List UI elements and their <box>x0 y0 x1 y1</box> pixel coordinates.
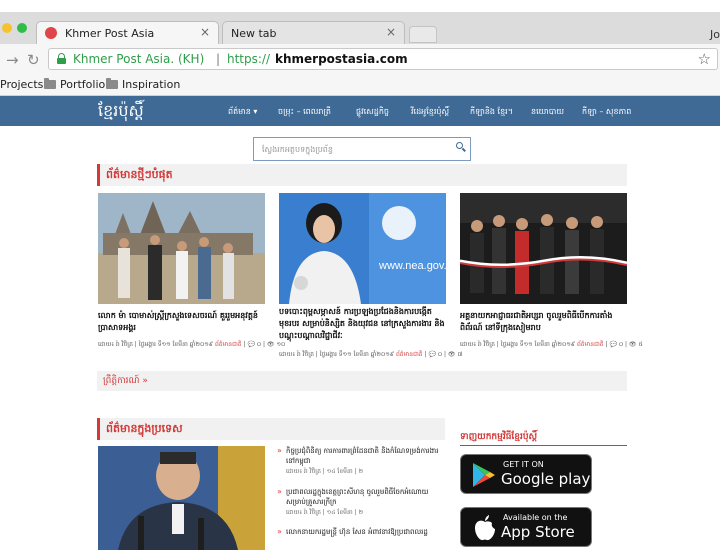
local-news-heading: ព័ត៌មានក្នុងប្រទេស <box>97 418 445 440</box>
nav-item-sport-health[interactable]: កីឡា – សុខភាព <box>582 106 631 118</box>
google-play-button[interactable]: GET IT ON Google play <box>460 454 592 494</box>
profile-name[interactable]: Jo <box>710 28 720 41</box>
news-meta-3: ដោយ៖ រ៉ា វិចិត្រ | ថ្ងៃអង្គារ ទី១១ ខែមីន… <box>460 340 643 349</box>
back-arrow-icon[interactable]: → <box>6 51 19 69</box>
site-navbar: ខ្មែរប៉ុស្ដិ៍ ព័ត៌មាន ▾ ចម្រុះ – ពេលរាត្… <box>0 96 720 126</box>
site-favicon-icon <box>45 27 57 39</box>
tab-title: New tab <box>231 27 277 40</box>
reload-icon[interactable]: ↻ <box>27 51 40 69</box>
browser-tab-bar: Khmer Post Asia × New tab × Jo <box>0 12 720 44</box>
tab-new-tab[interactable]: New tab × <box>222 21 405 44</box>
more-news-bar: ព្រឹត្តិការណ៍ » <box>97 371 627 391</box>
news-image-2[interactable]: www.nea.gov.kh <box>279 193 446 304</box>
news-byline: ដោយ៖ រ៉ា វិចិត្រ | ថ្ងៃអង្គារ ទី១១ ខែមីន… <box>279 351 395 358</box>
search-input[interactable]: ស្វែងរកអត្ថបទក្នុងប្រព័ន្ធ <box>253 137 471 161</box>
window-close-dot[interactable] <box>2 23 12 33</box>
arrow-icon: » <box>277 527 282 536</box>
site-logo[interactable]: ខ្មែរប៉ុស្ដិ៍ <box>98 100 144 124</box>
bookmark-projects[interactable]: Projects <box>0 78 43 91</box>
arrow-icon: » <box>277 446 282 455</box>
url-host: khmerpostasia.com <box>275 52 408 66</box>
google-play-big: Google play <box>501 470 591 488</box>
news-image-1[interactable] <box>98 193 265 304</box>
bookmark-portfolio[interactable]: Portfolio <box>44 78 105 91</box>
browser-toolbar: → ↻ Khmer Post Asia. (KH) | https:// khm… <box>0 44 720 74</box>
news-byline: ដោយ៖ រ៉ា វិចិត្រ | ថ្ងៃអង្គារ ទី១១ ខែមីន… <box>460 341 576 348</box>
news-image-3[interactable] <box>460 193 627 304</box>
news-meta-2: ដោយ៖ រ៉ា វិចិត្រ | ថ្ងៃអង្គារ ទី១១ ខែមីន… <box>279 350 462 359</box>
url-separator: | <box>216 52 221 66</box>
arrow-icon: » <box>277 487 282 496</box>
list-item[interactable]: » កិច្ចប្រជុំពិនិត្យ ការការពារព្រំដែនជាត… <box>277 446 447 475</box>
section-title: ព័ត៌មានក្នុងប្រទេស <box>106 422 183 435</box>
google-play-small: GET IT ON <box>503 460 544 469</box>
nav-item-video[interactable]: វីដេអូខ្មែរប៉ុស្ដិ៍ <box>411 106 449 118</box>
bookmarks-bar: Projects Portfolio Inspiration <box>0 74 720 96</box>
latest-news-heading: ព័ត៌មានថ្មីៗបំផុត <box>97 164 627 186</box>
news-counts: | 💬 ០ | 👁 ១០ <box>243 341 286 348</box>
tab-khmer-post-asia[interactable]: Khmer Post Asia × <box>36 21 219 44</box>
list-item[interactable]: » ប្រជាពលរដ្ឋក្នុងខេត្តព្រះសីហនុ ចូលរួមព… <box>277 487 447 516</box>
local-news-image[interactable] <box>98 446 265 550</box>
news-title-1[interactable]: លោក ម៉ា បោមាស់ស្ដ្រីក្រសួងទេសចរណ៍ គួររួម… <box>98 310 266 334</box>
apple-icon <box>475 515 495 541</box>
nav-item-variety[interactable]: ចម្រុះ – ពេលរាត្រី <box>278 106 331 118</box>
list-item[interactable]: » លោកនាយករដ្ឋមន្ត្រី ហ៊ុន សែន អំពាវនាវឱ្… <box>277 527 447 547</box>
section-title: ទាញយកកម្មវិធីខ្មែរប៉ុស្ដិ៍ <box>460 432 538 442</box>
address-bar[interactable]: Khmer Post Asia. (KH) | https:// khmerpo… <box>48 48 718 70</box>
app-store-button[interactable]: Available on the App Store <box>460 507 592 547</box>
search-icon[interactable] <box>456 142 466 152</box>
news-title-3[interactable]: អគ្គនាយកអាជ្ញាធរជាតិអប្សរា ចូលរួមពិធីបើក… <box>460 310 628 334</box>
app-store-big: App Store <box>501 523 575 541</box>
site-identity: Khmer Post Asia. (KH) <box>73 52 205 66</box>
svg-text:www.nea.gov.kh: www.nea.gov.kh <box>378 260 446 272</box>
new-tab-button[interactable] <box>409 26 437 43</box>
more-news-link[interactable]: ព្រឹត្តិការណ៍ » <box>103 375 148 388</box>
nav-item-politics[interactable]: នយោបាយ <box>531 106 564 118</box>
list-item-title[interactable]: លោកនាយករដ្ឋមន្ត្រី ហ៊ុន សែន អំពាវនាវឱ្យប… <box>286 527 446 537</box>
list-item-meta: ដោយ៖ រ៉ា វិចិត្រ | ១៤ ខែមីនា | ២ <box>286 509 364 516</box>
list-item-title[interactable]: កិច្ចប្រជុំពិនិត្យ ការការពារព្រំដែនជាតិ … <box>286 446 446 466</box>
google-play-icon <box>473 463 495 487</box>
nav-item-economy[interactable]: ផ្លូវសេដ្ឋកិច្ច <box>356 106 389 118</box>
lock-icon <box>57 53 66 64</box>
folder-icon <box>106 78 118 89</box>
nav-item-news[interactable]: ព័ត៌មាន ▾ <box>228 106 257 118</box>
star-icon[interactable]: ☆ <box>698 50 711 68</box>
section-title: ព័ត៌មានថ្មីៗបំផុត <box>106 168 173 181</box>
news-counts: | 💬 ០ | 👁 ៧ <box>424 351 463 358</box>
search-placeholder: ស្វែងរកអត្ថបទក្នុងប្រព័ន្ធ <box>262 145 333 154</box>
tab-title: Khmer Post Asia <box>65 27 155 40</box>
news-category[interactable]: ព័ត៌មានជាតិ <box>215 341 242 348</box>
bookmark-label: Inspiration <box>122 78 181 91</box>
tab-close-icon[interactable]: × <box>386 25 396 39</box>
news-title-2[interactable]: បទបោះពុម្ពសម្ភាសន៍ ការប្រឡងប្រជែងនិងការប… <box>279 306 447 342</box>
window-zoom-dot[interactable] <box>17 23 27 33</box>
url-protocol: https:// <box>227 52 271 66</box>
app-download-heading: ទាញយកកម្មវិធីខ្មែរប៉ុស្ដិ៍ <box>460 428 627 446</box>
news-category[interactable]: ព័ត៌មានជាតិ <box>396 351 423 358</box>
nav-item-sport-khmer[interactable]: កីឡានិង ខ្មែរ។ <box>470 106 513 118</box>
news-counts: | 💬 ០ | 👁 ៥ <box>605 341 643 348</box>
news-meta-1: ដោយ៖ រ៉ា វិចិត្រ | ថ្ងៃអង្គារ ទី១១ ខែមីន… <box>98 340 285 349</box>
list-item-meta: ដោយ៖ រ៉ា វិចិត្រ | ១៤ ខែមីនា | ២ <box>286 468 364 475</box>
news-byline: ដោយ៖ រ៉ា វិចិត្រ | ថ្ងៃអង្គារ ទី១១ ខែមីន… <box>98 341 214 348</box>
list-item-title[interactable]: ប្រជាពលរដ្ឋក្នុងខេត្តព្រះសីហនុ ចូលរួមពិធ… <box>286 487 446 507</box>
app-store-small: Available on the <box>503 513 568 522</box>
bookmark-label: Portfolio <box>60 78 106 91</box>
bookmark-inspiration[interactable]: Inspiration <box>106 78 180 91</box>
tab-close-icon[interactable]: × <box>200 25 210 39</box>
news-category[interactable]: ព័ត៌មានជាតិ <box>577 341 604 348</box>
folder-icon <box>44 78 56 89</box>
